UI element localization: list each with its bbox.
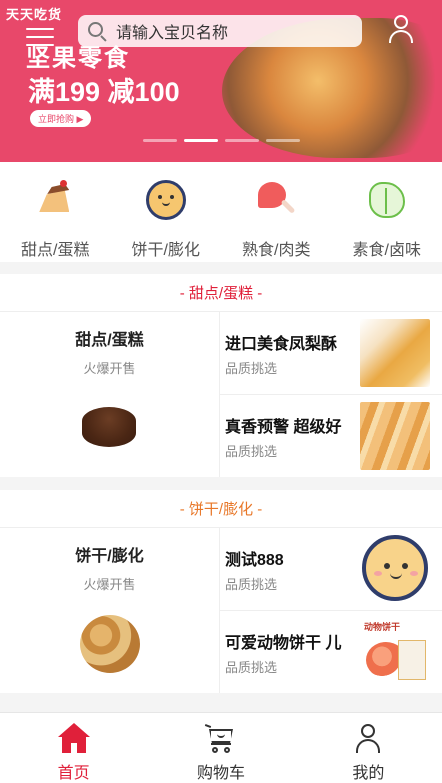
carousel-dot[interactable] [143,139,177,142]
pineapple-cake-image [360,319,430,387]
search-placeholder: 请输入宝贝名称 [116,25,229,42]
user-icon [352,723,384,753]
drumstick-icon [254,178,298,222]
product-name: 测试888 [225,551,284,569]
user-icon[interactable] [388,14,414,44]
biscuit-icon [144,178,188,222]
category-item-vegetarian[interactable]: 素食/卤味 [332,162,442,262]
section-feature-card[interactable]: 甜点/蛋糕 火爆开售 [0,312,220,477]
category-item-meat[interactable]: 熟食/肉类 [221,162,332,262]
banner-promo-text: 满199 减100 [28,77,180,107]
category-item-biscuit[interactable]: 饼干/膨化 [111,162,222,262]
product-subtitle: 品质挑选 [225,443,278,459]
product-name: 进口美食凤梨酥 [225,335,338,353]
cake-icon [33,178,77,222]
product-name: 真香预警 超级好 [225,418,342,436]
carousel-dot[interactable] [225,139,259,142]
app-logo: 天天吃货 [6,7,63,22]
product-subtitle: 品质挑选 [225,659,278,675]
carousel-dot[interactable] [266,139,300,142]
banner-buy-button[interactable]: 立即抢购 ▶ [30,110,92,127]
product-item[interactable]: 可爱动物饼干 儿 品质挑选 动物饼干 [220,610,442,693]
image-caption: 动物饼干 [364,622,401,632]
tab-label: 我的 [352,765,385,782]
tab-profile[interactable]: 我的 [295,713,442,783]
product-item[interactable]: 测试888 品质挑选 [220,528,442,610]
category-label: 饼干/膨化 [131,242,200,259]
section-feature-card[interactable]: 饼干/膨化 火爆开售 [0,528,220,693]
chocolate-cake-image [78,397,142,457]
vegetable-icon [365,178,409,222]
tab-label: 购物车 [196,765,245,782]
feature-subtitle: 火爆开售 [83,577,136,592]
product-name: 可爱动物饼干 儿 [225,634,342,652]
category-item-dessert[interactable]: 甜点/蛋糕 [0,162,111,262]
biscuit-face-image [360,535,430,603]
feature-subtitle: 火爆开售 [83,361,136,376]
promo-banner[interactable]: 天天吃货 坚果零食 满199 减100 立即抢购 ▶ 请输入宝贝名称 [0,0,442,162]
category-label: 甜点/蛋糕 [21,242,90,259]
bread-image [360,402,430,470]
search-input[interactable]: 请输入宝贝名称 [78,15,362,47]
app-page: 天天吃货 坚果零食 满199 减100 立即抢购 ▶ 请输入宝贝名称 甜点/蛋糕… [0,0,442,783]
search-icon [86,20,108,42]
product-item[interactable]: 进口美食凤梨酥 品质挑选 [220,312,442,394]
category-label: 熟食/肉类 [242,242,311,259]
category-nav: 甜点/蛋糕 饼干/膨化 熟食/肉类 素食/卤味 [0,162,442,262]
tab-home[interactable]: 首页 [0,713,147,783]
bottom-tab-bar: 首页 购物车 我的 [0,712,442,783]
section-biscuit: - 饼干/膨化 - 饼干/膨化 火爆开售 测试888 品质挑选 可爱动物饼干 儿… [0,490,442,693]
tab-label: 首页 [57,765,90,782]
category-label: 素食/卤味 [352,242,421,259]
section-title: - 饼干/膨化 - [0,490,442,528]
carousel-indicator [143,139,300,142]
animal-biscuit-image: 动物饼干 [360,618,430,686]
feature-name: 饼干/膨化 [75,548,144,565]
feature-name: 甜点/蛋糕 [75,332,144,349]
carousel-dot-active[interactable] [184,139,218,142]
home-icon [57,723,90,753]
cookies-image [78,613,142,673]
product-subtitle: 品质挑选 [225,576,278,592]
product-item[interactable]: 真香预警 超级好 品质挑选 [220,394,442,477]
section-dessert: - 甜点/蛋糕 - 甜点/蛋糕 火爆开售 进口美食凤梨酥 品质挑选 真香预警 超… [0,274,442,477]
product-subtitle: 品质挑选 [225,360,278,376]
tab-cart[interactable]: 购物车 [147,713,294,783]
cart-icon [204,723,237,753]
section-title: - 甜点/蛋糕 - [0,274,442,312]
